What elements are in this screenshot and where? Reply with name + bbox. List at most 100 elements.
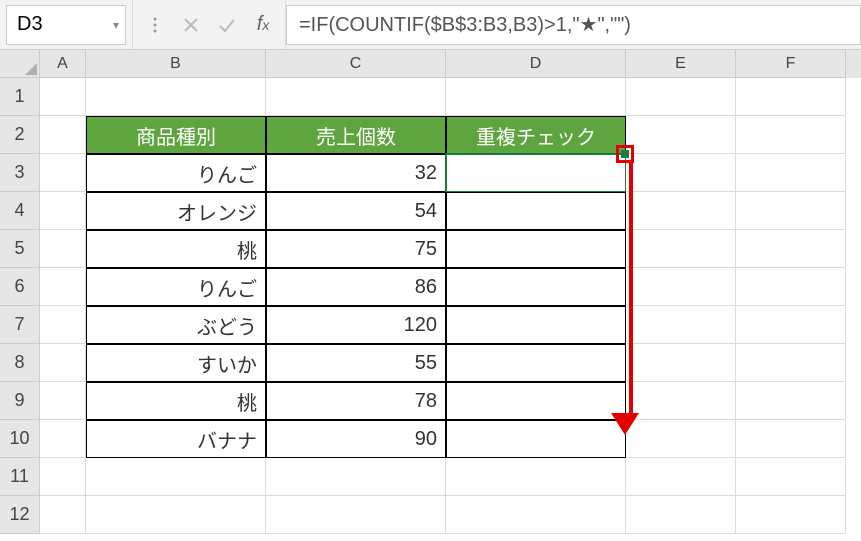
cell-e10[interactable] xyxy=(626,420,736,458)
cell-f7[interactable] xyxy=(736,306,846,344)
cell-e7[interactable] xyxy=(626,306,736,344)
row-header[interactable]: 2 xyxy=(0,116,40,154)
name-box-value: D3 xyxy=(17,13,43,36)
cell-a8[interactable] xyxy=(40,344,86,382)
table-header[interactable]: 商品種別 xyxy=(86,116,266,154)
cell-e5[interactable] xyxy=(626,230,736,268)
dots-icon[interactable] xyxy=(141,11,169,39)
cell-f2[interactable] xyxy=(736,116,846,154)
row-header[interactable]: 1 xyxy=(0,78,40,116)
fx-icon[interactable]: fx xyxy=(249,11,277,39)
table-cell[interactable] xyxy=(446,192,626,230)
row-header[interactable]: 11 xyxy=(0,458,40,496)
table-cell[interactable]: すいか xyxy=(86,344,266,382)
cell-f5[interactable] xyxy=(736,230,846,268)
cell-f3[interactable] xyxy=(736,154,846,192)
table-cell[interactable]: 54 xyxy=(266,192,446,230)
cell-f6[interactable] xyxy=(736,268,846,306)
fill-handle[interactable] xyxy=(621,150,629,158)
table-cell[interactable] xyxy=(446,306,626,344)
table-cell[interactable]: 32 xyxy=(266,154,446,192)
row-header[interactable]: 7 xyxy=(0,306,40,344)
cell-f12[interactable] xyxy=(736,496,846,534)
cell-a4[interactable] xyxy=(40,192,86,230)
row-header[interactable]: 5 xyxy=(0,230,40,268)
cell-d11[interactable] xyxy=(446,458,626,496)
cell-a12[interactable] xyxy=(40,496,86,534)
row-header[interactable]: 9 xyxy=(0,382,40,420)
col-header-b[interactable]: B xyxy=(86,50,266,78)
table-cell[interactable]: 75 xyxy=(266,230,446,268)
table-cell[interactable]: 78 xyxy=(266,382,446,420)
cell-f4[interactable] xyxy=(736,192,846,230)
cell-e1[interactable] xyxy=(626,78,736,116)
table-cell[interactable]: りんご xyxy=(86,268,266,306)
table-cell[interactable] xyxy=(446,382,626,420)
table-cell[interactable]: 桃 xyxy=(86,230,266,268)
table-cell[interactable]: 90 xyxy=(266,420,446,458)
formula-input[interactable]: =IF(COUNTIF($B$3:B3,B3)>1,"★","") xyxy=(286,5,861,45)
table-cell[interactable] xyxy=(446,268,626,306)
dropdown-icon[interactable]: ▾ xyxy=(113,18,119,32)
cell-b12[interactable] xyxy=(86,496,266,534)
row-header[interactable]: 6 xyxy=(0,268,40,306)
cell-a11[interactable] xyxy=(40,458,86,496)
cell-a6[interactable] xyxy=(40,268,86,306)
row-header[interactable]: 4 xyxy=(0,192,40,230)
select-all-corner[interactable] xyxy=(0,50,40,78)
cell-c12[interactable] xyxy=(266,496,446,534)
cell-a1[interactable] xyxy=(40,78,86,116)
col-header-a[interactable]: A xyxy=(40,50,86,78)
table-cell[interactable]: 55 xyxy=(266,344,446,382)
table-cell[interactable] xyxy=(446,230,626,268)
table-header[interactable]: 売上個数 xyxy=(266,116,446,154)
cell-a7[interactable] xyxy=(40,306,86,344)
cell-e4[interactable] xyxy=(626,192,736,230)
cell-c11[interactable] xyxy=(266,458,446,496)
cell-a2[interactable] xyxy=(40,116,86,154)
col-header-f[interactable]: F xyxy=(736,50,846,78)
table-cell[interactable]: 120 xyxy=(266,306,446,344)
table-cell[interactable]: 86 xyxy=(266,268,446,306)
cell-c1[interactable] xyxy=(266,78,446,116)
active-cell-d3[interactable] xyxy=(446,154,626,192)
enter-icon[interactable] xyxy=(213,11,241,39)
row-header[interactable]: 3 xyxy=(0,154,40,192)
cell-f10[interactable] xyxy=(736,420,846,458)
cell-a3[interactable] xyxy=(40,154,86,192)
cell-f9[interactable] xyxy=(736,382,846,420)
cell-e6[interactable] xyxy=(626,268,736,306)
table-cell[interactable] xyxy=(446,344,626,382)
row-header[interactable]: 12 xyxy=(0,496,40,534)
col-header-c[interactable]: C xyxy=(266,50,446,78)
cell-d12[interactable] xyxy=(446,496,626,534)
table-cell[interactable]: バナナ xyxy=(86,420,266,458)
cell-a5[interactable] xyxy=(40,230,86,268)
cell-b11[interactable] xyxy=(86,458,266,496)
cell-b1[interactable] xyxy=(86,78,266,116)
cell-d1[interactable] xyxy=(446,78,626,116)
table-cell[interactable]: ぶどう xyxy=(86,306,266,344)
cell-e11[interactable] xyxy=(626,458,736,496)
cell-e9[interactable] xyxy=(626,382,736,420)
cell-a10[interactable] xyxy=(40,420,86,458)
col-header-d[interactable]: D xyxy=(446,50,626,78)
name-box[interactable]: D3 ▾ xyxy=(6,5,126,45)
cell-f11[interactable] xyxy=(736,458,846,496)
table-cell[interactable] xyxy=(446,420,626,458)
table-cell[interactable]: 桃 xyxy=(86,382,266,420)
cell-e2[interactable] xyxy=(626,116,736,154)
cancel-icon[interactable] xyxy=(177,11,205,39)
cell-f1[interactable] xyxy=(736,78,846,116)
row-header[interactable]: 8 xyxy=(0,344,40,382)
cell-e3[interactable] xyxy=(626,154,736,192)
cell-a9[interactable] xyxy=(40,382,86,420)
table-cell[interactable]: りんご xyxy=(86,154,266,192)
col-header-e[interactable]: E xyxy=(626,50,736,78)
table-header[interactable]: 重複チェック xyxy=(446,116,626,154)
cell-e8[interactable] xyxy=(626,344,736,382)
cell-e12[interactable] xyxy=(626,496,736,534)
table-cell[interactable]: オレンジ xyxy=(86,192,266,230)
cell-f8[interactable] xyxy=(736,344,846,382)
row-header[interactable]: 10 xyxy=(0,420,40,458)
